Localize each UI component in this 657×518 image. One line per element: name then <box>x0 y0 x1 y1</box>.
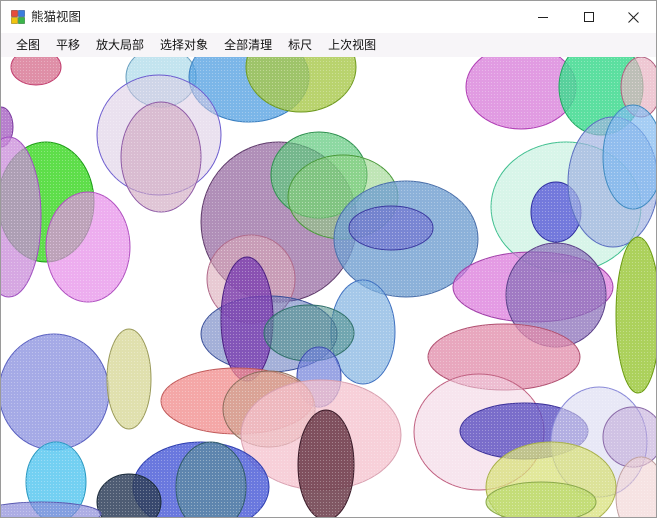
menu-clear-all[interactable]: 全部清理 <box>216 33 280 57</box>
ellipse-texture <box>1 334 109 450</box>
ellipse-texture <box>221 257 273 381</box>
ellipse-texture <box>1 502 101 517</box>
ellipse-texture <box>121 102 201 212</box>
minimize-icon <box>538 17 548 18</box>
menu-pan[interactable]: 平移 <box>48 33 88 57</box>
close-icon <box>627 11 639 23</box>
menu-select-object[interactable]: 选择对象 <box>152 33 216 57</box>
menu-previous-view[interactable]: 上次视图 <box>320 33 384 57</box>
ellipse-texture <box>349 206 433 250</box>
maximize-button[interactable] <box>566 1 612 33</box>
ellipse-texture <box>107 329 151 429</box>
app-icon <box>11 10 25 24</box>
menu-zoom-region[interactable]: 放大局部 <box>88 33 152 57</box>
ellipse-texture <box>11 57 61 85</box>
menu-ruler[interactable]: 标尺 <box>280 33 320 57</box>
minimize-button[interactable] <box>520 1 566 33</box>
maximize-icon <box>584 12 594 22</box>
close-button[interactable] <box>610 1 656 33</box>
window-title: 熊猫视图 <box>31 9 82 24</box>
menu-bar: 全图 平移 放大局部 选择对象 全部清理 标尺 上次视图 <box>1 33 656 57</box>
title-bar[interactable]: 熊猫视图 <box>1 1 656 33</box>
ellipse-texture <box>46 192 130 302</box>
ellipse-canvas-svg <box>1 57 656 517</box>
app-window: 熊猫视图 全图 平移 放大局部 选择对象 全部清理 标尺 上次视图 <box>0 0 657 518</box>
menu-full-view[interactable]: 全图 <box>8 33 48 57</box>
ellipse-texture <box>298 410 354 517</box>
drawing-canvas[interactable] <box>1 57 656 517</box>
